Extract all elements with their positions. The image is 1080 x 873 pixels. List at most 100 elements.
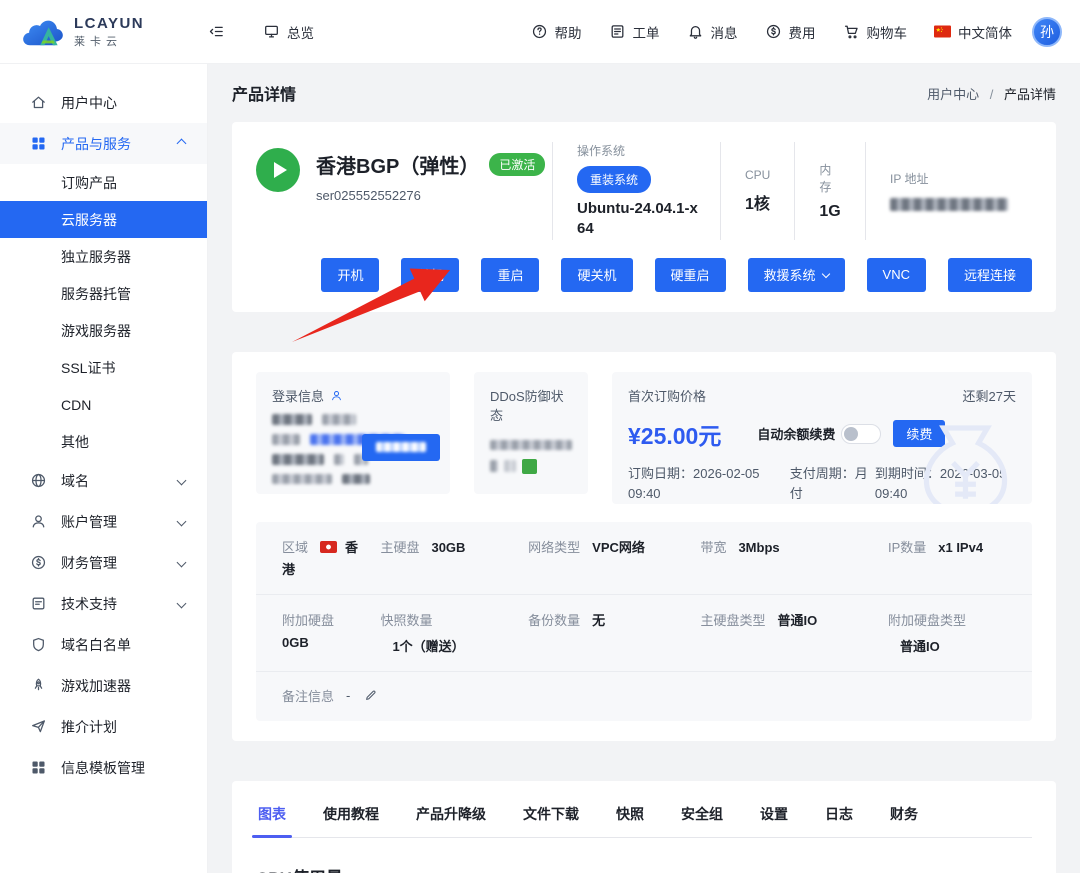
topbar-menu-icon — [531, 23, 548, 40]
renew-button[interactable]: 续费 — [893, 420, 945, 447]
login-redacted-button[interactable] — [362, 434, 440, 461]
sidebar-item-label: 其他 — [61, 432, 89, 452]
spec-cell: 带宽3Mbps — [700, 537, 888, 581]
collapse-sidebar-icon[interactable] — [208, 23, 225, 40]
action-button[interactable]: 开机 — [321, 258, 379, 292]
sidebar-item[interactable]: 域名 — [0, 460, 207, 501]
cpu-value: 1核 — [745, 190, 770, 214]
tab[interactable]: 财务 — [888, 791, 920, 837]
brand-name: LCAYUN — [74, 15, 144, 32]
tab[interactable]: 文件下载 — [521, 791, 581, 837]
sidebar-item-icon — [30, 636, 48, 653]
action-button[interactable]: 远程连接 — [948, 258, 1032, 292]
sidebar-item[interactable]: 信息模板管理 — [0, 747, 207, 788]
product-serial: ser025552552276 — [316, 188, 552, 203]
sidebar-item-label: 信息模板管理 — [61, 758, 145, 778]
os-value: Ubuntu-24.04.1-x64 — [577, 199, 705, 240]
sidebar-item[interactable]: 账户管理 — [0, 501, 207, 542]
topbar-menu-item[interactable]: 购物车 — [843, 22, 908, 42]
chart-title: CPU使用量 — [256, 864, 1032, 873]
chevron-down-icon — [821, 269, 829, 277]
sidebar-item[interactable]: 游戏加速器 — [0, 665, 207, 706]
tab[interactable]: 安全组 — [679, 791, 725, 837]
chevron-icon — [177, 476, 187, 486]
ddos-status-card: DDoS防御状态 — [474, 372, 588, 494]
sidebar-item[interactable]: 服务器托管 — [0, 275, 207, 312]
topbar-menu: 帮助 工单 消息 费用 购物车 中文简体 — [531, 22, 1013, 42]
spec-cell: 主硬盘30GB — [380, 537, 528, 581]
redacted-text — [490, 440, 572, 450]
status-badge: 已激活 — [489, 153, 545, 176]
topbar-menu-label: 消息 — [711, 22, 738, 42]
reinstall-os-button[interactable]: 重装系统 — [577, 166, 651, 193]
breadcrumb: 用户中心 / 产品详情 — [927, 84, 1056, 103]
sidebar-item-label: 账户管理 — [61, 512, 117, 532]
topbar-menu-item[interactable]: 工单 — [609, 22, 660, 42]
memory-value: 1G — [819, 203, 841, 221]
sidebar-item-label: 游戏服务器 — [61, 321, 131, 341]
note-label: 备注信息 — [282, 686, 334, 705]
topbar-menu-item[interactable]: 帮助 — [531, 22, 582, 42]
tab[interactable]: 设置 — [758, 791, 790, 837]
sidebar-item-icon — [30, 718, 48, 735]
sidebar-item[interactable]: 产品与服务 — [0, 123, 207, 164]
action-button[interactable]: 硬重启 — [655, 258, 726, 292]
pay-cycle: 支付周期：月付 — [790, 464, 873, 504]
spec-cell: IP数量x1 IPv4 — [888, 537, 1006, 581]
chevron-icon — [177, 517, 187, 527]
tab[interactable]: 图表 — [256, 791, 288, 837]
chevron-icon — [177, 139, 187, 149]
tab[interactable]: 快照 — [614, 791, 646, 837]
edit-note-icon[interactable] — [364, 688, 378, 702]
action-button[interactable]: VNC — [867, 258, 926, 292]
redacted-text — [334, 454, 344, 465]
person-icon[interactable] — [330, 389, 343, 402]
action-button[interactable]: 硬关机 — [561, 258, 632, 292]
sidebar-item[interactable]: 其他 — [0, 423, 207, 460]
sidebar-item-icon — [30, 135, 48, 152]
breadcrumb-home[interactable]: 用户中心 — [927, 87, 979, 102]
sidebar-item[interactable]: SSL证书 — [0, 349, 207, 386]
spec-cell: 网络类型VPC网络 — [528, 537, 700, 581]
sidebar-item-label: 独立服务器 — [61, 247, 131, 267]
sidebar-item-label: 推介计划 — [61, 717, 117, 737]
topbar-menu-label: 购物车 — [867, 22, 908, 42]
sidebar-item[interactable]: 游戏服务器 — [0, 312, 207, 349]
topbar-menu-icon — [765, 23, 782, 40]
sidebar-item[interactable]: 财务管理 — [0, 542, 207, 583]
sidebar-item-icon — [30, 554, 48, 571]
user-avatar[interactable]: 孙 — [1032, 17, 1062, 47]
auto-renew-toggle[interactable] — [841, 424, 881, 444]
sidebar-item[interactable]: 独立服务器 — [0, 238, 207, 275]
sidebar-item-label: 用户中心 — [61, 93, 117, 113]
sidebar-item[interactable]: 技术支持 — [0, 583, 207, 624]
overview-link[interactable]: 总览 — [263, 22, 314, 42]
order-date: 订购日期：2026-02-05 09:40 — [628, 464, 764, 504]
sidebar-item-icon — [30, 595, 48, 612]
topbar-menu-item[interactable]: 消息 — [687, 22, 738, 42]
tab[interactable]: 日志 — [823, 791, 855, 837]
product-name: 香港BGP（弹性） — [316, 150, 479, 179]
price-value: ¥25.00元 — [628, 417, 721, 451]
sidebar-item[interactable]: 订购产品 — [0, 164, 207, 201]
sidebar-item-label: CDN — [61, 397, 91, 413]
redacted-text — [504, 460, 516, 472]
sidebar-item-label: 服务器托管 — [61, 284, 131, 304]
sidebar-item[interactable]: 用户中心 — [0, 82, 207, 123]
action-button[interactable]: 救援系统 — [748, 258, 845, 292]
sidebar-item-label: SSL证书 — [61, 358, 115, 378]
topbar-menu-item[interactable]: 中文简体 — [934, 22, 1012, 42]
sidebar-item[interactable]: 云服务器 — [0, 201, 207, 238]
sidebar-item-label: 游戏加速器 — [61, 676, 131, 696]
sidebar-item[interactable]: CDN — [0, 386, 207, 423]
tab[interactable]: 产品升降级 — [414, 791, 488, 837]
action-button[interactable]: 关机 — [401, 258, 459, 292]
spec-cell: 快照数量1个（赠送） — [380, 610, 528, 658]
sidebar-item[interactable]: 域名白名单 — [0, 624, 207, 665]
tab-bar: 图表使用教程产品升降级文件下载快照安全组设置日志财务 — [256, 791, 1032, 838]
topbar-menu-item[interactable]: 费用 — [765, 22, 816, 42]
sidebar-item[interactable]: 推介计划 — [0, 706, 207, 747]
action-button[interactable]: 重启 — [481, 258, 539, 292]
tab[interactable]: 使用教程 — [321, 791, 381, 837]
memory-label: 内存 — [819, 161, 841, 195]
